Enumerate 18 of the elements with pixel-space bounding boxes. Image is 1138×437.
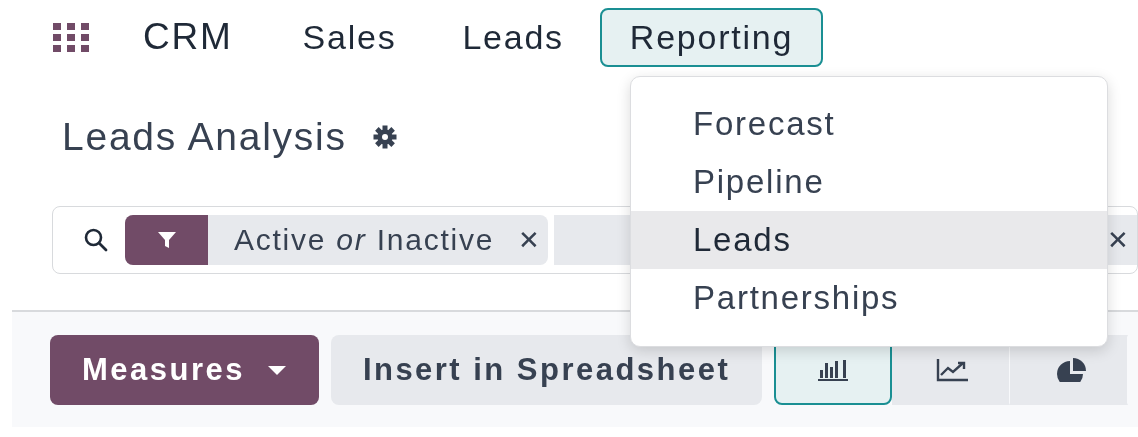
dropdown-item[interactable]: Leads (631, 211, 1107, 269)
insert-spreadsheet-button[interactable]: Insert in Spreadsheet (330, 334, 763, 405)
app-name[interactable]: CRM (111, 6, 263, 68)
measures-button[interactable]: Measures (50, 334, 319, 405)
dropdown-item[interactable]: Forecast (631, 95, 1107, 153)
nav-menu-item[interactable]: Sales (272, 7, 427, 67)
page-title: Leads Analysis (62, 115, 347, 159)
line-chart-icon (935, 357, 968, 382)
nav-menu-item[interactable]: Reporting (599, 7, 824, 67)
nav-menu-item[interactable]: Leads (432, 7, 594, 67)
bar-chart-icon (817, 357, 850, 382)
search-icon (83, 227, 109, 253)
apps-menu-icon[interactable] (53, 22, 89, 52)
facet-label: Active or Inactive (233, 223, 496, 257)
remove-facet-button[interactable]: ✕ (510, 224, 549, 256)
settings-icon[interactable] (372, 125, 397, 149)
filter-icon (156, 230, 177, 250)
caret-icon (266, 364, 287, 375)
